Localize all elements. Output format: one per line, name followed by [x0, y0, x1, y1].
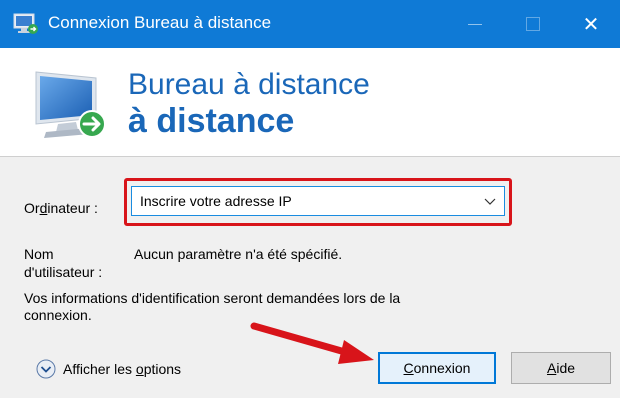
show-options-toggle[interactable]: Afficher les options: [36, 358, 181, 380]
banner-title: Bureau à distance: [128, 68, 370, 101]
computer-label: Ordinateur :: [24, 200, 98, 216]
rdp-window: Connexion Bureau à distance ✕ Bureau à d…: [0, 0, 620, 398]
maximize-button[interactable]: [510, 0, 556, 48]
minimize-icon: [468, 23, 482, 25]
show-options-label: Afficher les options: [63, 361, 182, 377]
connect-button[interactable]: Connexion: [378, 352, 496, 384]
username-label-continued: d'utilisateur :: [24, 264, 103, 280]
title-bar[interactable]: Connexion Bureau à distance ✕: [0, 0, 620, 48]
highlight-box: [124, 178, 512, 226]
window-title: Connexion Bureau à distance: [48, 13, 272, 32]
minimize-button[interactable]: [452, 0, 498, 48]
close-icon: ✕: [582, 13, 600, 36]
credentials-info-continued: connexion.: [24, 307, 92, 323]
maximize-icon: [526, 17, 540, 31]
banner-subtitle: à distance: [128, 102, 295, 140]
help-button[interactable]: Aide: [511, 352, 611, 384]
chevron-down-circle-icon[interactable]: [36, 359, 56, 379]
close-button[interactable]: ✕: [568, 0, 614, 48]
remote-desktop-monitor-icon: [35, 71, 106, 138]
username-value: Aucun paramètre n'a été spécifié.: [134, 246, 343, 262]
annotation-arrow: [250, 322, 374, 364]
banner: Bureau à distance à distance: [0, 48, 620, 157]
remote-desktop-icon: [13, 13, 38, 34]
username-label: Nom: [24, 246, 54, 262]
credentials-info: Vos informations d'identification seront…: [24, 290, 401, 306]
